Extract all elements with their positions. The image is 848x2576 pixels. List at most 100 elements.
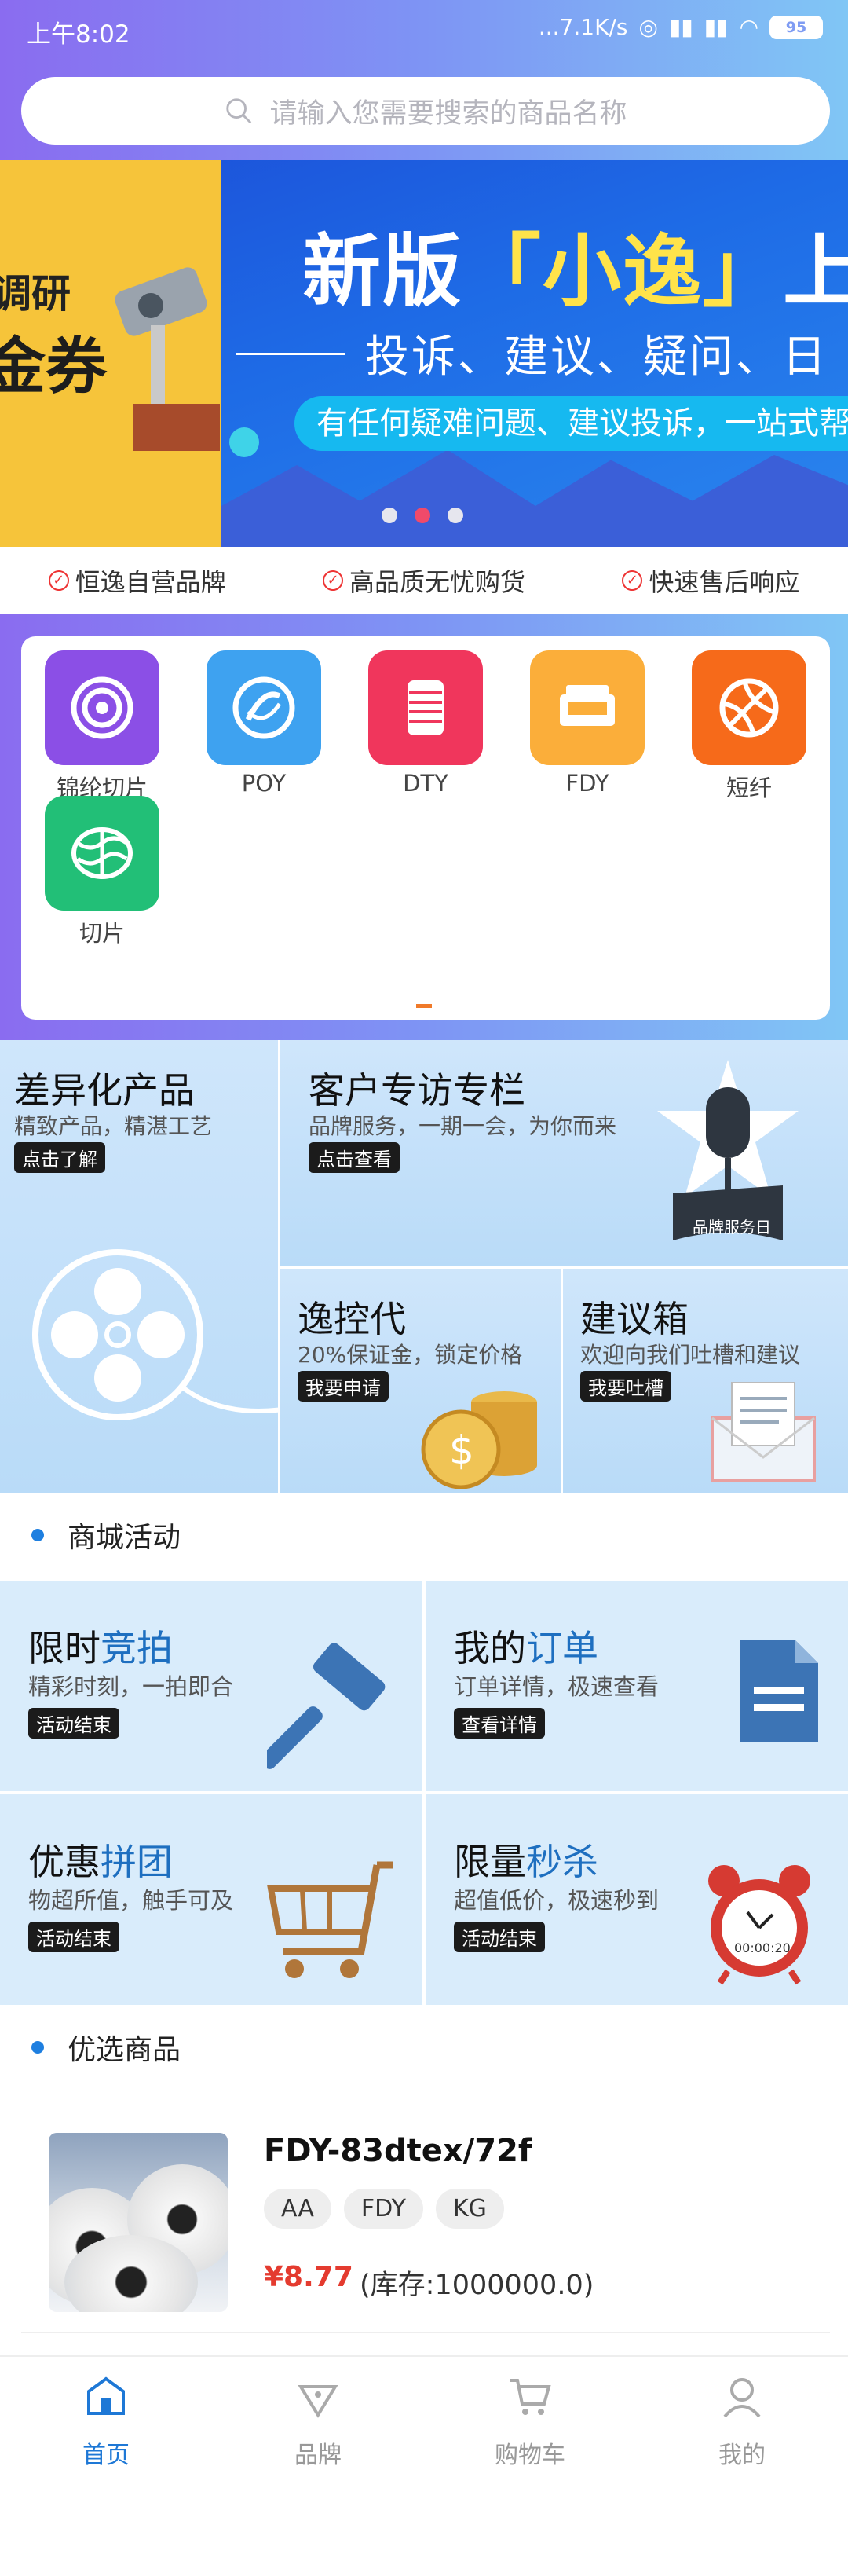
activity-title-a: 限量 xyxy=(454,1841,526,1883)
signal-icon-2: ▮▮ xyxy=(704,14,729,40)
banner-title-a: 新版 xyxy=(302,225,462,317)
category-panel: 锦纶切片 POY DTY FDY 短纤 切片 xyxy=(21,636,830,1020)
product-card[interactable]: FDY-83dtex/72f AA FDY KG ¥8.77 (库存:10000… xyxy=(0,2090,848,2333)
activity-title: 我的订单 xyxy=(454,1620,598,1672)
tab-label: 我的 xyxy=(718,2442,766,2469)
feature-item: ✓ 恒逸自营品牌 xyxy=(48,562,226,599)
promo-price-control[interactable]: 逸控代 20%保证金，锁定价格 我要申请 $ xyxy=(280,1269,561,1493)
banner-left-text2: 金券 xyxy=(0,332,108,402)
section-bullet xyxy=(31,1529,44,1541)
activity-tag: 查看详情 xyxy=(454,1708,545,1739)
tab-home[interactable]: 首页 xyxy=(0,2357,212,2489)
product-chip: KG xyxy=(435,2189,504,2229)
banner-dot[interactable] xyxy=(382,508,397,523)
home-icon xyxy=(87,2376,125,2415)
section-mall-activity: 商城活动 xyxy=(0,1493,848,1577)
ball-icon xyxy=(692,650,806,765)
section-title: 商城活动 xyxy=(68,1522,181,1554)
promo-differentiated[interactable]: 差异化产品 精致产品，精湛工艺 点击了解 xyxy=(0,1040,278,1493)
gavel-icon xyxy=(267,1643,386,1769)
promo-tag: 我要吐槽 xyxy=(580,1371,671,1402)
net-icon xyxy=(45,796,159,911)
category-dty[interactable]: DTY xyxy=(367,650,484,797)
activity-subtitle: 超值低价，极速秒到 xyxy=(454,1887,660,1914)
signal-icon: ▮▮ xyxy=(668,14,693,40)
feature-item: ✓ 快速售后响应 xyxy=(622,562,799,599)
category-jinlun[interactable]: 锦纶切片 xyxy=(43,650,161,803)
banner-pill: 有任何疑难问题、建议投诉，一站式帮 xyxy=(294,396,848,451)
feature-item: ✓ 高品质无忧购货 xyxy=(322,562,525,599)
promo-title: 差异化产品 xyxy=(14,1069,195,1112)
tab-cart[interactable]: 购物车 xyxy=(424,2357,636,2489)
activity-my-orders[interactable]: 我的订单 订单详情，极速查看 查看详情 xyxy=(426,1581,848,1791)
banner-dot-active[interactable] xyxy=(415,508,430,523)
activity-auction[interactable]: 限时竞拍 精彩时刻，一拍即合 活动结束 xyxy=(0,1581,422,1791)
activity-group-buy[interactable]: 优惠拼团 物超所值，触手可及 活动结束 xyxy=(0,1794,422,2005)
machine-icon xyxy=(530,650,645,765)
feature-label: 快速售后响应 xyxy=(649,567,800,597)
category-staple[interactable]: 短纤 xyxy=(690,650,808,803)
banner-dots xyxy=(382,508,463,523)
product-chip: FDY xyxy=(343,2189,423,2229)
check-icon: ✓ xyxy=(48,570,69,591)
category-poy[interactable]: POY xyxy=(205,650,323,797)
spiral-icon xyxy=(45,650,159,765)
user-icon xyxy=(723,2378,761,2418)
banner-circle xyxy=(229,427,259,457)
tab-mine[interactable]: 我的 xyxy=(636,2357,848,2489)
tab-label: 购物车 xyxy=(495,2442,565,2469)
hammer-icon xyxy=(115,267,220,451)
network-speed: ...7.1K/s xyxy=(538,14,628,40)
tab-label: 首页 xyxy=(82,2442,130,2469)
product-chip: AA xyxy=(264,2189,331,2229)
activity-tag: 活动结束 xyxy=(28,1922,119,1952)
promo-title: 建议箱 xyxy=(580,1298,689,1340)
category-fdy[interactable]: FDY xyxy=(528,650,646,797)
status-time: 上午8:02 xyxy=(27,20,130,49)
activity-subtitle: 订单详情，极速查看 xyxy=(454,1673,660,1700)
product-chips: AA FDY KG xyxy=(264,2189,504,2229)
search-input[interactable]: 请输入您需要搜索的商品名称 xyxy=(21,77,830,145)
film-reel-icon xyxy=(32,1249,278,1420)
wifi-icon: ◠ xyxy=(739,14,758,40)
spool-icon xyxy=(368,650,483,765)
bottom-tab-bar: 首页 品牌 购物车 我的 xyxy=(0,2355,848,2489)
promo-customer-visit[interactable]: 客户专访专栏 品牌服务，一期一会，为你而来 点击查看 品牌服务日 xyxy=(280,1040,848,1266)
promo-tag: 点击了解 xyxy=(14,1142,105,1173)
check-icon: ✓ xyxy=(322,570,343,591)
feature-label: 高品质无忧购货 xyxy=(349,567,525,597)
alarm-clock-icon xyxy=(708,1865,810,1985)
cart-icon xyxy=(510,2379,551,2415)
banner-divider xyxy=(236,353,345,355)
category-chip[interactable]: 切片 xyxy=(43,796,161,948)
category-label: 短纤 xyxy=(726,775,772,801)
activity-subtitle: 物超所值，触手可及 xyxy=(28,1887,234,1914)
tab-brand[interactable]: 品牌 xyxy=(212,2357,424,2489)
coins-icon: $ xyxy=(421,1391,537,1489)
category-label: POY xyxy=(241,770,287,797)
activity-title-b: 订单 xyxy=(526,1627,598,1669)
swirl-icon xyxy=(207,650,321,765)
category-label: FDY xyxy=(565,770,609,797)
product-image[interactable] xyxy=(49,2133,228,2312)
promo-badge: 品牌服务日 xyxy=(693,1218,771,1237)
activity-title-b: 秒杀 xyxy=(526,1841,598,1883)
banner-carousel[interactable]: 调研 金券 新版「小逸」上线 投诉、建议、疑问、日 有任何疑难问题、建议投诉，一… xyxy=(0,160,848,547)
svg-text:$: $ xyxy=(449,1427,474,1473)
battery-icon: 95 xyxy=(769,15,823,39)
promo-title: 客户专访专栏 xyxy=(309,1069,525,1112)
promo-subtitle: 精致产品，精湛工艺 xyxy=(14,1113,213,1139)
tab-label: 品牌 xyxy=(294,2442,342,2469)
status-icons: ...7.1K/s ◎ ▮▮ ▮▮ ◠ 95 xyxy=(539,14,823,40)
activity-title-a: 优惠 xyxy=(28,1841,101,1883)
promo-title: 逸控代 xyxy=(298,1298,406,1340)
banner-prev-slide: 调研 金券 xyxy=(0,160,221,547)
activity-title-a: 我的 xyxy=(454,1627,526,1669)
banner-title-b: 上线 xyxy=(783,225,848,317)
activity-flash-sale[interactable]: 限量秒杀 超值低价，极速秒到 活动结束 00:00:20 xyxy=(426,1794,848,2005)
banner-dot[interactable] xyxy=(448,508,463,523)
promo-advice-box[interactable]: 建议箱 欢迎向我们吐槽和建议 我要吐槽 xyxy=(563,1269,848,1493)
banner-left-text1: 调研 xyxy=(0,271,71,317)
product-price: ¥8.77 xyxy=(264,2261,353,2293)
activity-title-b: 竞拍 xyxy=(101,1627,173,1669)
